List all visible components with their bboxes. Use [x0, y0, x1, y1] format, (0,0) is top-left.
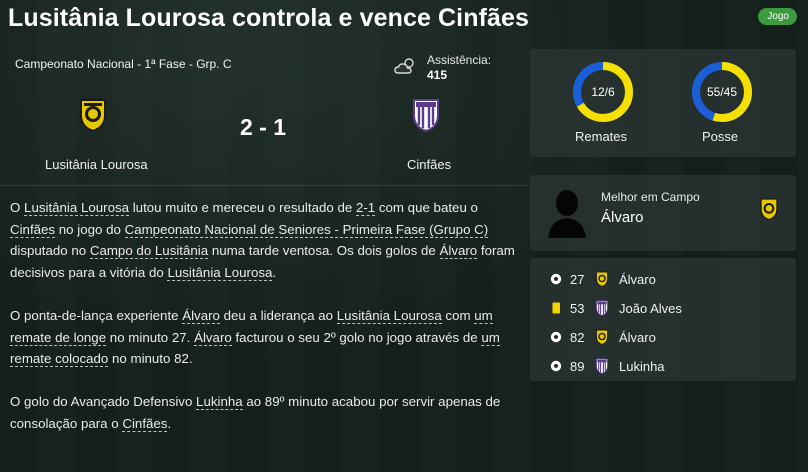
- report-text: O: [10, 200, 25, 215]
- match-report: O Lusitânia Lourosa lutou muito e merece…: [10, 197, 515, 456]
- event-minute: 27: [570, 272, 585, 287]
- goal-ball-icon: [550, 360, 562, 372]
- motm-team-crest: [760, 198, 778, 221]
- match-score: 2 - 1: [240, 114, 287, 140]
- stats-panel: [530, 49, 796, 157]
- event-player-name[interactable]: Álvaro: [619, 330, 656, 345]
- report-paragraph: O Lusitânia Lourosa lutou muito e merece…: [10, 197, 515, 283]
- report-text: facturou o seu 2º golo no jogo através d…: [231, 329, 482, 345]
- report-link[interactable]: Cinfães: [122, 415, 168, 432]
- report-link[interactable]: Lusitânia Lourosa: [167, 264, 273, 281]
- competition-name[interactable]: Campeonato Nacional - 1ª Fase - Grp. C: [15, 57, 232, 71]
- event-row[interactable]: 89 Lukinha: [530, 352, 796, 381]
- report-text: numa tarde ventosa. Os dois golos de: [208, 243, 440, 259]
- report-link[interactable]: Álvaro: [182, 307, 220, 324]
- report-text: no minuto 27.: [106, 329, 195, 345]
- player-silhouette-icon: [548, 190, 586, 238]
- possession-value: 55/45: [706, 85, 738, 99]
- event-player-name[interactable]: Álvaro: [619, 272, 656, 287]
- attendance-label: Assistência:: [427, 53, 492, 67]
- divider: [0, 185, 527, 186]
- home-team-crest-icon: [595, 271, 609, 287]
- home-team-crest[interactable]: [78, 97, 108, 133]
- shots-value: 12/6: [591, 85, 615, 99]
- event-minute: 89: [570, 359, 585, 374]
- goal-ball-icon: [550, 273, 562, 285]
- report-text: no jogo do: [55, 221, 125, 237]
- report-text: .: [272, 264, 277, 280]
- goal-ball-icon: [550, 331, 562, 343]
- event-player-name[interactable]: João Alves: [619, 301, 682, 316]
- away-team-name[interactable]: Cinfães: [407, 157, 451, 172]
- report-text: deu a liderança ao: [219, 307, 337, 323]
- page-title: Lusitânia Lourosa controla e vence Cinfã…: [8, 4, 530, 32]
- away-team-crest-icon: [595, 358, 609, 374]
- report-link[interactable]: Lukinha: [196, 394, 243, 411]
- away-team-crest[interactable]: [411, 97, 441, 133]
- event-row[interactable]: 82 Álvaro: [530, 323, 796, 352]
- event-player-name[interactable]: Lukinha: [619, 359, 665, 374]
- report-text: O golo do Avançado Defensivo: [10, 394, 197, 410]
- event-minute: 53: [570, 301, 585, 316]
- report-link[interactable]: Campeonato Nacional de Seniores - Primei…: [124, 221, 489, 238]
- report-link[interactable]: Cinfães: [10, 221, 56, 238]
- home-team-name[interactable]: Lusitânia Lourosa: [45, 157, 148, 172]
- report-text: lutou muito e mereceu o resultado de: [129, 200, 356, 215]
- home-team-crest-icon: [595, 329, 609, 345]
- report-text: disputado no: [10, 243, 90, 259]
- report-text: com que bateu o: [375, 200, 478, 215]
- report-text: O ponta-de-lança experiente: [10, 307, 183, 323]
- report-link[interactable]: Lusitânia Lourosa: [336, 307, 442, 324]
- motm-label: Melhor em Campo: [601, 190, 700, 204]
- report-text: .: [167, 415, 172, 431]
- motm-player-name[interactable]: Álvaro: [601, 209, 644, 226]
- report-link[interactable]: Campo do Lusitânia: [89, 243, 209, 260]
- yellow-card-icon: [552, 302, 560, 314]
- shots-label: Remates: [575, 129, 628, 144]
- attendance-value: 415: [427, 68, 448, 82]
- report-link[interactable]: Álvaro: [194, 329, 232, 346]
- game-badge[interactable]: Jogo: [758, 8, 797, 25]
- report-paragraph: O golo do Avançado Defensivo Lukinha ao …: [10, 391, 515, 434]
- away-team-crest-icon: [595, 300, 609, 316]
- report-text: no minuto 82.: [108, 351, 193, 367]
- report-link[interactable]: 2-1: [355, 200, 376, 216]
- report-paragraph: O ponta-de-lança experiente Álvaro deu a…: [10, 305, 515, 370]
- report-link[interactable]: Lusitânia Lourosa: [24, 200, 130, 216]
- cloudy-weather-icon: [394, 58, 414, 74]
- event-minute: 82: [570, 330, 585, 345]
- report-link[interactable]: Álvaro: [439, 243, 478, 260]
- event-row[interactable]: 53 João Alves: [530, 294, 796, 323]
- report-text: com: [441, 307, 475, 323]
- event-row[interactable]: 27 Álvaro: [530, 265, 796, 294]
- possession-label: Posse: [702, 129, 739, 144]
